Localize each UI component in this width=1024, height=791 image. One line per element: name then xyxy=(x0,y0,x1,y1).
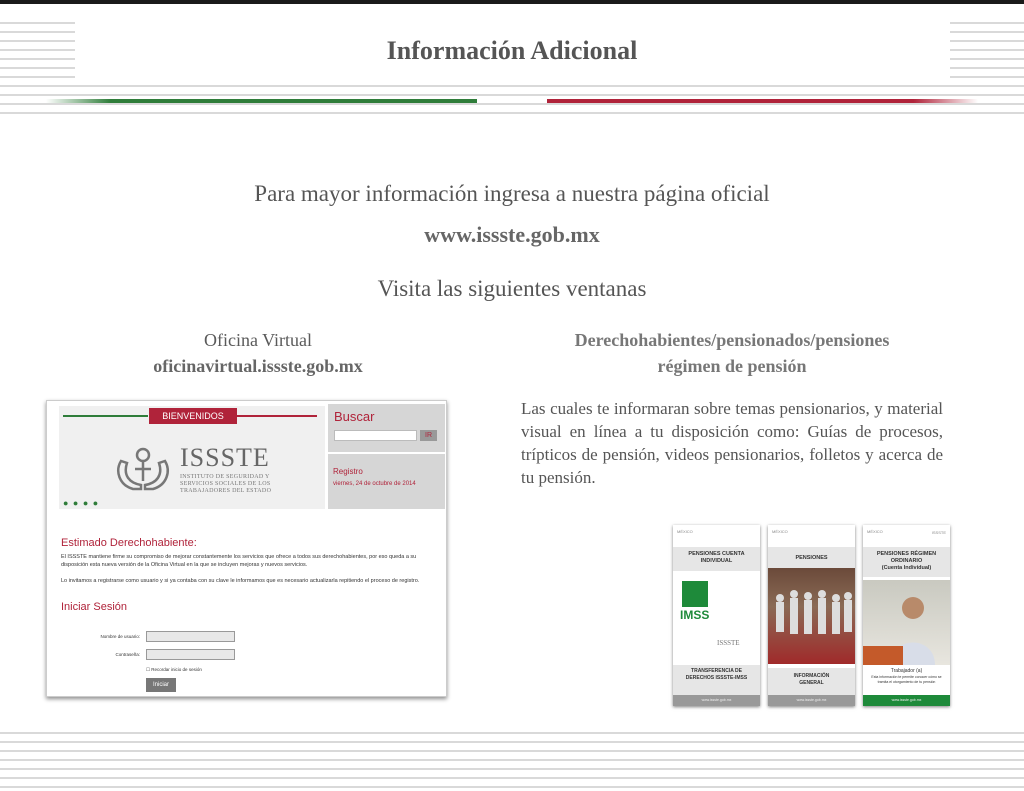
login-button[interactable]: Iniciar xyxy=(146,678,176,692)
imss-logo-icon xyxy=(682,581,708,607)
register-message: Lo invitamos a registrarse como usuario … xyxy=(61,578,420,584)
info-paragraph: Las cuales te informaran sobre temas pen… xyxy=(521,399,943,487)
official-url[interactable]: www.issste.gob.mx xyxy=(0,222,1024,248)
green-divider xyxy=(46,99,477,103)
password-input[interactable] xyxy=(146,649,235,660)
issste-brand: ISSSTE xyxy=(180,443,270,472)
carousel-dots[interactable]: ● ● ● ● xyxy=(63,498,99,508)
issste-small-logo: ISSSTE xyxy=(717,639,740,647)
top-border xyxy=(0,0,1024,4)
brochure-pensiones: MÉXICO PENSIONES INFORMACIÓN GENERAL www… xyxy=(768,525,855,706)
registro-link[interactable]: Registro xyxy=(333,467,363,476)
group-photo xyxy=(768,568,855,664)
brochure-title: PENSIONES CUENTA INDIVIDUAL xyxy=(673,547,760,571)
page-title: Información Adicional xyxy=(386,36,638,65)
welcome-label: BIENVENIDOS xyxy=(149,408,237,424)
brochure-footer: INFORMACIÓN GENERAL xyxy=(768,668,855,696)
date-text: viernes, 24 de octubre de 2014 xyxy=(333,481,416,487)
password-label: Contraseña: xyxy=(115,652,140,657)
brochure-regimen-ordinario: MÉXICO ISSSTE PENSIONES RÉGIMEN ORDINARI… xyxy=(863,525,950,706)
brochure-title: PENSIONES RÉGIMEN ORDINARIO (Cuenta Indi… xyxy=(863,547,950,577)
search-go-button[interactable]: IR xyxy=(420,430,437,441)
brochure-footer-title: Trabajador (a) xyxy=(890,668,923,674)
visit-text: Visita las siguientes ventanas xyxy=(377,276,647,301)
brochure-title-text: PENSIONES RÉGIMEN ORDINARIO xyxy=(876,551,937,564)
remember-label: Recordar inicio de sesión xyxy=(151,667,202,672)
banner-green-line xyxy=(63,415,148,417)
issste-subtitle: INSTITUTO DE SEGURIDAD Y SERVICIOS SOCIA… xyxy=(180,474,272,494)
username-label: Nombre de usuario: xyxy=(100,634,140,639)
imss-logo-text: IMSS xyxy=(680,608,710,622)
brochure-header-left: MÉXICO xyxy=(867,529,883,534)
brochure-subtitle: (Cuenta Individual) xyxy=(881,565,932,571)
search-input[interactable] xyxy=(334,430,417,441)
derechohabientes-heading: Derechohabientes/pensionados/pensiones r… xyxy=(520,327,944,379)
oficina-virtual-screenshot: BIENVENIDOS ISSSTE INSTITUTO DE SEGURIDA… xyxy=(46,400,447,697)
brochure-header-left: MÉXICO xyxy=(772,529,788,534)
username-input[interactable] xyxy=(146,631,235,642)
greeting-heading: Estimado Derechohabiente: xyxy=(61,537,197,549)
oficina-virtual-heading: Oficina Virtual oficinavirtual.issste.go… xyxy=(108,327,408,379)
oficina-virtual-label: Oficina Virtual xyxy=(203,330,313,350)
intro-text: Para mayor información ingresa a nuestra… xyxy=(254,181,770,206)
brochure-url: www.issste.gob.mx xyxy=(673,695,760,706)
login-heading: Iniciar Sesión xyxy=(61,601,128,613)
brochure-header-left: MÉXICO xyxy=(677,529,693,534)
banner-red-line xyxy=(237,415,317,417)
red-divider xyxy=(547,99,978,103)
oficina-virtual-url[interactable]: oficinavirtual.issste.gob.mx xyxy=(108,353,408,379)
brochure-url: www.issste.gob.mx xyxy=(768,695,855,706)
brochure-footer: TRANSFERENCIA DE DERECHOS ISSSTE-IMSS xyxy=(673,665,760,695)
worker-photo xyxy=(863,580,950,665)
brochure-url: www.issste.gob.mx xyxy=(863,695,950,706)
remember-checkbox[interactable]: ☐ Recordar inicio de sesión xyxy=(146,667,202,673)
brochure-cuenta-individual: MÉXICO PENSIONES CUENTA INDIVIDUAL IMSS … xyxy=(673,525,760,706)
brochure-footer-text: Esta información te permite conocer cómo… xyxy=(871,675,942,684)
derechohabientes-line1: Derechohabientes/pensionados/pensiones xyxy=(574,330,890,350)
greeting-message: El ISSSTE mantiene firme su compromiso d… xyxy=(61,554,417,568)
footer-stripes xyxy=(0,732,1024,791)
brochure-footer-box: Trabajador (a) Esta información te permi… xyxy=(863,665,950,695)
brochure-header-right: ISSSTE xyxy=(931,530,946,535)
issste-logo-icon xyxy=(113,441,173,493)
derechohabientes-line2: régimen de pensión xyxy=(657,356,807,376)
search-label: Buscar xyxy=(334,409,375,424)
